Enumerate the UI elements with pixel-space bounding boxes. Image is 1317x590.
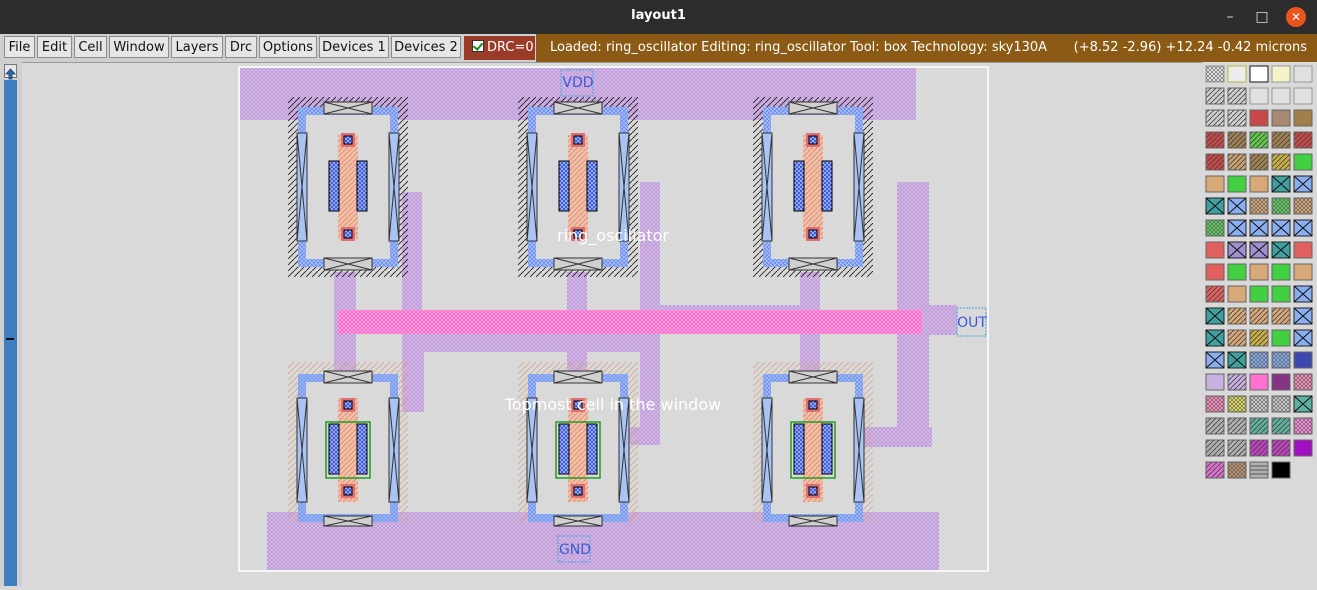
menu-cell[interactable]: Cell: [74, 36, 107, 58]
layout-canvas[interactable]: VDD GND OUT ring_oscillator Topmost cell…: [22, 62, 1202, 586]
window-title: layout1: [631, 8, 686, 23]
cell-name-label: ring_oscillator: [557, 226, 669, 246]
out-label[interactable]: OUT: [957, 315, 987, 331]
checkbox-icon[interactable]: [472, 40, 484, 52]
pmos-transistor: [753, 97, 873, 277]
scrollbar-track[interactable]: [4, 80, 17, 586]
title-bar: layout1 – □ ✕: [0, 0, 1317, 34]
drc-label: DRC=0: [487, 40, 534, 55]
status-info: Loaded: ring_oscillator Editing: ring_os…: [550, 40, 1048, 55]
drc-toggle[interactable]: DRC=0: [464, 36, 535, 60]
menu-bar: File Edit Cell Window Layers Drc Options…: [0, 34, 1317, 63]
metal2-output-bus: [338, 310, 922, 334]
menu-edit[interactable]: Edit: [37, 36, 72, 58]
cursor-coordinates: (+8.52 -2.96) +12.24 -0.42 microns: [1073, 40, 1307, 55]
pmos-transistor: [518, 97, 638, 277]
status-bar: Loaded: ring_oscillator Editing: ring_os…: [536, 34, 1317, 62]
maximize-icon[interactable]: □: [1252, 7, 1272, 27]
layer-swatches[interactable]: [1205, 65, 1313, 479]
menu-devices-1[interactable]: Devices 1: [319, 36, 389, 58]
menu-window[interactable]: Window: [109, 36, 169, 58]
close-icon[interactable]: ✕: [1286, 7, 1306, 27]
menu-options[interactable]: Options: [259, 36, 317, 58]
vertical-scrollbar[interactable]: [0, 62, 22, 586]
menu-devices-2[interactable]: Devices 2: [391, 36, 461, 58]
menu-drc[interactable]: Drc: [225, 36, 257, 58]
menu-file[interactable]: File: [4, 36, 35, 58]
nmos-transistor: [288, 362, 408, 527]
layer-palette: [1202, 62, 1317, 586]
vdd-label[interactable]: VDD: [562, 75, 593, 91]
nmos-transistor: [518, 362, 638, 527]
pmos-transistor: [288, 97, 408, 277]
gnd-label[interactable]: GND: [559, 542, 591, 558]
scroll-up-arrow-icon[interactable]: [4, 64, 17, 80]
scroll-position-marker: [6, 338, 14, 340]
menu-layers[interactable]: Layers: [171, 36, 223, 58]
minimize-icon[interactable]: –: [1220, 7, 1240, 27]
nmos-transistor: [753, 362, 873, 527]
cell-note-label: Topmost cell in the window: [504, 395, 721, 414]
